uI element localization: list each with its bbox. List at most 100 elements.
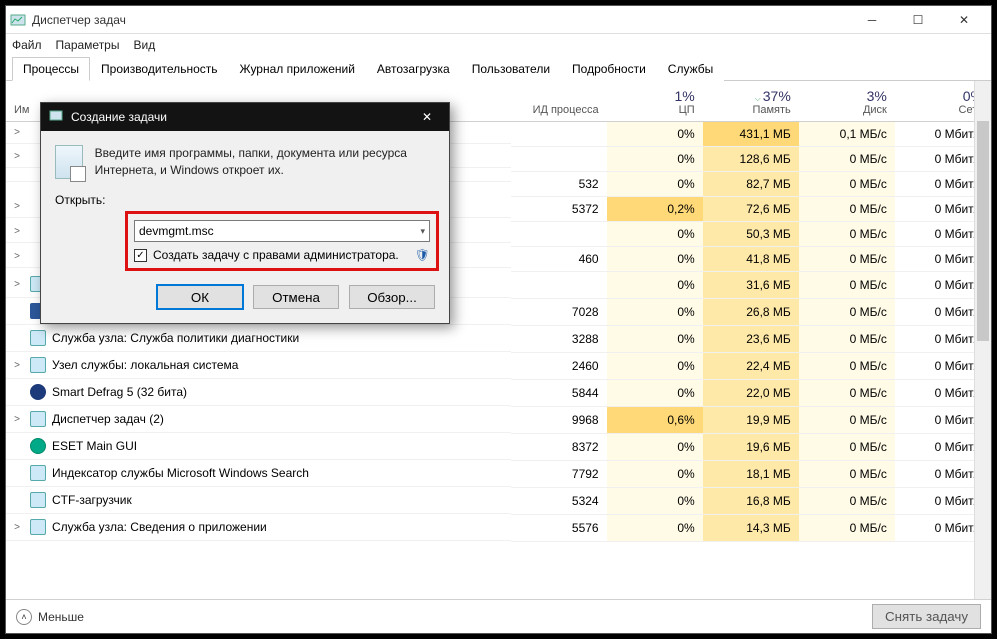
dialog-titlebar[interactable]: Создание задачи ✕ bbox=[41, 103, 449, 131]
cell-cpu: 0,2% bbox=[607, 196, 703, 221]
cell-disk: 0 МБ/с bbox=[799, 246, 895, 271]
footer: ˄ Меньше Снять задачу bbox=[6, 599, 991, 633]
ok-button[interactable]: ОК bbox=[157, 285, 243, 309]
cancel-button[interactable]: Отмена bbox=[253, 285, 339, 309]
cell-pid: 5324 bbox=[511, 487, 607, 514]
cell-pid: 7792 bbox=[511, 460, 607, 487]
process-name: Узел службы: локальная система bbox=[52, 358, 238, 372]
process-name: Служба узла: Сведения о приложении bbox=[52, 520, 267, 534]
cell-pid bbox=[511, 221, 607, 246]
cell-cpu: 0% bbox=[607, 352, 703, 379]
fewer-details-icon[interactable]: ˄ bbox=[16, 609, 32, 625]
col-pid[interactable]: ИД процесса bbox=[511, 81, 607, 121]
cell-pid: 5372 bbox=[511, 196, 607, 221]
cell-memory: 26,8 МБ bbox=[703, 298, 799, 325]
table-row[interactable]: >Служба узла: Сведения о приложении55760… bbox=[6, 514, 991, 541]
process-icon bbox=[30, 384, 46, 400]
sort-indicator-icon: ⌵ bbox=[755, 94, 761, 104]
cell-cpu: 0,6% bbox=[607, 406, 703, 433]
cell-cpu: 0% bbox=[607, 514, 703, 541]
minimize-button[interactable]: ─ bbox=[849, 6, 895, 34]
dialog-instruction: Введите имя программы, папки, документа … bbox=[95, 145, 435, 179]
titlebar[interactable]: Диспетчер задач ─ ☐ ✕ bbox=[6, 6, 991, 34]
menu-file[interactable]: Файл bbox=[12, 38, 42, 52]
col-memory[interactable]: ⌵37%Память bbox=[703, 81, 799, 121]
cell-disk: 0 МБ/с bbox=[799, 325, 895, 352]
cell-pid: 8372 bbox=[511, 433, 607, 460]
scrollbar-thumb[interactable] bbox=[977, 121, 989, 341]
cell-memory: 31,6 МБ bbox=[703, 271, 799, 298]
tab-2[interactable]: Журнал приложений bbox=[229, 57, 366, 81]
table-row[interactable]: CTF-загрузчик53240%16,8 МБ0 МБ/с0 Мбит/с bbox=[6, 487, 991, 514]
menu-view[interactable]: Вид bbox=[133, 38, 155, 52]
cell-pid: 7028 bbox=[511, 298, 607, 325]
cell-disk: 0 МБ/с bbox=[799, 271, 895, 298]
cell-memory: 72,6 МБ bbox=[703, 196, 799, 221]
cell-memory: 23,6 МБ bbox=[703, 325, 799, 352]
expand-icon[interactable]: > bbox=[10, 226, 24, 237]
process-icon bbox=[30, 411, 46, 427]
process-icon bbox=[30, 330, 46, 346]
process-name: Служба узла: Служба политики диагностики bbox=[52, 331, 299, 345]
cell-memory: 41,8 МБ bbox=[703, 246, 799, 271]
dialog-close-button[interactable]: ✕ bbox=[413, 107, 441, 127]
col-disk[interactable]: 3%Диск bbox=[799, 81, 895, 121]
table-row[interactable]: Smart Defrag 5 (32 бита)58440%22,0 МБ0 М… bbox=[6, 379, 991, 406]
end-task-button[interactable]: Снять задачу bbox=[872, 604, 981, 629]
expand-icon[interactable]: > bbox=[10, 251, 24, 262]
cell-disk: 0 МБ/с bbox=[799, 352, 895, 379]
expand-icon[interactable]: > bbox=[10, 414, 24, 425]
browse-button[interactable]: Обзор... bbox=[349, 285, 435, 309]
cell-pid bbox=[511, 271, 607, 298]
expand-icon[interactable]: > bbox=[10, 360, 24, 371]
table-row[interactable]: Служба узла: Служба политики диагностики… bbox=[6, 325, 991, 352]
app-icon bbox=[10, 12, 26, 28]
cell-cpu: 0% bbox=[607, 460, 703, 487]
vertical-scrollbar[interactable] bbox=[974, 81, 991, 599]
cell-cpu: 0% bbox=[607, 171, 703, 196]
open-input-value[interactable]: devmgmt.msc bbox=[139, 224, 214, 238]
fewer-details-label[interactable]: Меньше bbox=[38, 610, 84, 624]
table-row[interactable]: >Диспетчер задач (2)99680,6%19,9 МБ0 МБ/… bbox=[6, 406, 991, 433]
cell-disk: 0 МБ/с bbox=[799, 221, 895, 246]
cell-pid: 5576 bbox=[511, 514, 607, 541]
cell-disk: 0 МБ/с bbox=[799, 406, 895, 433]
expand-icon[interactable]: > bbox=[10, 522, 24, 533]
admin-checkbox-label[interactable]: Создать задачу с правами администратора. bbox=[153, 248, 399, 262]
cell-memory: 82,7 МБ bbox=[703, 171, 799, 196]
cell-cpu: 0% bbox=[607, 271, 703, 298]
table-row[interactable]: >Узел службы: локальная система24600%22,… bbox=[6, 352, 991, 379]
tab-1[interactable]: Производительность bbox=[90, 57, 228, 81]
window-title: Диспетчер задач bbox=[32, 13, 849, 27]
cell-pid: 5844 bbox=[511, 379, 607, 406]
expand-icon[interactable]: > bbox=[10, 279, 24, 290]
expand-icon[interactable]: > bbox=[10, 151, 24, 162]
cell-cpu: 0% bbox=[607, 298, 703, 325]
tabstrip: ПроцессыПроизводительностьЖурнал приложе… bbox=[6, 56, 991, 81]
cell-pid: 3288 bbox=[511, 325, 607, 352]
tab-5[interactable]: Подробности bbox=[561, 57, 657, 81]
run-icon bbox=[55, 145, 83, 179]
tab-4[interactable]: Пользователи bbox=[461, 57, 561, 81]
menu-options[interactable]: Параметры bbox=[56, 38, 120, 52]
col-cpu[interactable]: 1%ЦП bbox=[607, 81, 703, 121]
cell-memory: 128,6 МБ bbox=[703, 146, 799, 171]
close-button[interactable]: ✕ bbox=[941, 6, 987, 34]
cell-disk: 0 МБ/с bbox=[799, 171, 895, 196]
process-name: Индексатор службы Microsoft Windows Sear… bbox=[52, 466, 309, 480]
dialog-title: Создание задачи bbox=[71, 110, 167, 124]
open-label: Открыть: bbox=[55, 193, 119, 207]
table-row[interactable]: ESET Main GUI83720%19,6 МБ0 МБ/с0 Мбит/с bbox=[6, 433, 991, 460]
table-row[interactable]: Индексатор службы Microsoft Windows Sear… bbox=[6, 460, 991, 487]
admin-checkbox[interactable]: ✓ bbox=[134, 249, 147, 262]
dropdown-icon[interactable]: ▾ bbox=[420, 226, 425, 237]
tab-0[interactable]: Процессы bbox=[12, 57, 90, 81]
maximize-button[interactable]: ☐ bbox=[895, 6, 941, 34]
tab-6[interactable]: Службы bbox=[657, 57, 724, 81]
tab-3[interactable]: Автозагрузка bbox=[366, 57, 461, 81]
expand-icon[interactable]: > bbox=[10, 201, 24, 212]
cell-disk: 0 МБ/с bbox=[799, 487, 895, 514]
open-combobox[interactable]: devmgmt.msc ▾ bbox=[134, 220, 430, 242]
cell-disk: 0 МБ/с bbox=[799, 514, 895, 541]
expand-icon[interactable]: > bbox=[10, 127, 24, 138]
